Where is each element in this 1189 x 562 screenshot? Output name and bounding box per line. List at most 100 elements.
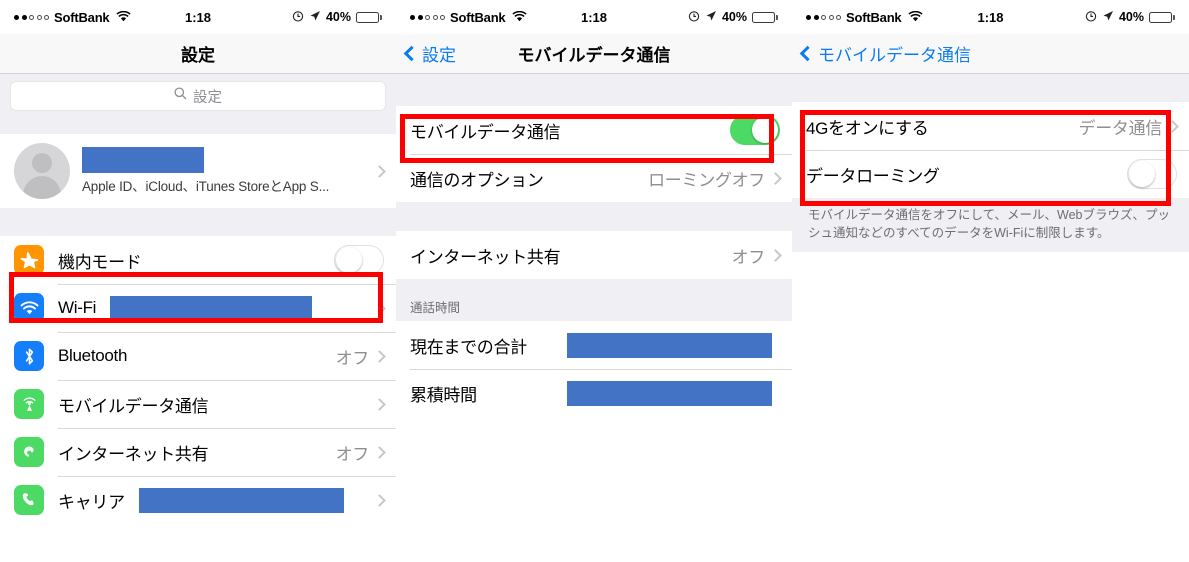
section-header-call-time: 通話時間 (396, 279, 792, 321)
row-wifi[interactable]: Wi-Fi (0, 284, 396, 332)
chevron-right-icon (373, 164, 386, 178)
cellular-data-toggle[interactable] (730, 115, 780, 145)
signal-strength-icon (410, 14, 445, 20)
status-carrier-label: SoftBank (54, 9, 110, 25)
row-label: 現在までの合計 (410, 337, 527, 357)
airplane-mode-toggle[interactable] (334, 245, 384, 275)
row-cellular[interactable]: モバイルデータ通信 (0, 380, 396, 428)
lifetime-total-redacted (567, 380, 772, 406)
row-value: オフ (335, 348, 370, 368)
status-carrier-label: SoftBank (450, 9, 506, 25)
signal-strength-icon (806, 14, 841, 20)
row-label: モバイルデータ通信 (410, 122, 561, 142)
search-input[interactable]: 設定 (10, 81, 386, 111)
location-arrow-icon (705, 10, 717, 25)
row-label: 累積時間 (410, 385, 477, 405)
row-label: Bluetooth (58, 346, 128, 365)
screen-cellular-options: SoftBank 1:18 40% モバイルデータ通信 4Gをオンにする データ… (792, 0, 1189, 562)
section-gap (0, 120, 396, 134)
row-cellular-options[interactable]: 通信のオプション ローミングオフ (396, 154, 792, 202)
location-arrow-icon (309, 10, 321, 25)
account-name-redacted (82, 147, 204, 173)
battery-icon (1149, 11, 1175, 23)
three-phone-screenshots: SoftBank 1:18 40% 設定 設定 Apple ID、iCloud、… (0, 0, 1189, 562)
screen-cellular: SoftBank 1:18 40% 設定 モバイルデータ通信 モバイルデータ通信… (396, 0, 792, 562)
signal-strength-icon (14, 14, 49, 20)
back-button[interactable]: 設定 (403, 41, 456, 66)
status-bar: SoftBank 1:18 40% (792, 0, 1189, 34)
status-bar: SoftBank 1:18 40% (0, 0, 396, 34)
row-value: ローミングオフ (648, 170, 765, 190)
account-text-block: Apple ID、iCloud、iTunes StoreとApp S... (82, 147, 329, 195)
row-airplane-mode[interactable]: 機内モード (0, 236, 396, 284)
wifi-icon (116, 10, 132, 25)
nav-bar: 設定 モバイルデータ通信 (396, 34, 792, 74)
current-total-redacted (567, 332, 772, 358)
chevron-left-icon (403, 45, 420, 62)
nav-bar: 設定 (0, 34, 396, 74)
row-cellular-data[interactable]: モバイルデータ通信 (396, 106, 792, 154)
section-gap (792, 74, 1189, 102)
apple-id-account-row[interactable]: Apple ID、iCloud、iTunes StoreとApp S... (0, 134, 396, 208)
row-personal-hotspot[interactable]: インターネット共有 オフ (0, 428, 396, 476)
chevron-left-icon (799, 45, 816, 62)
row-value: データ通信 (1078, 118, 1163, 138)
status-bar-right: 40% (1085, 10, 1175, 25)
row-data-roaming[interactable]: データローミング (792, 150, 1189, 198)
row-value: オフ (731, 247, 766, 267)
section-gap-2 (0, 208, 396, 236)
cellular-options-footnote: モバイルデータ通信をオフにして、メール、Webブラウズ、プッシュ通知などのすべて… (792, 198, 1189, 253)
row-label: モバイルデータ通信 (58, 396, 209, 416)
data-roaming-toggle[interactable] (1127, 159, 1177, 189)
alarm-clock-icon (688, 10, 700, 25)
row-personal-hotspot[interactable]: インターネット共有 オフ (396, 231, 792, 279)
back-button-label: モバイルデータ通信 (818, 46, 971, 65)
row-current-total[interactable]: 現在までの合計 (396, 321, 792, 369)
screen-settings-main: SoftBank 1:18 40% 設定 設定 Apple ID、iCloud、… (0, 0, 396, 562)
account-subtitle: Apple ID、iCloud、iTunes StoreとApp S... (82, 179, 330, 194)
cellular-group-2: インターネット共有 オフ (396, 231, 792, 279)
row-bluetooth[interactable]: Bluetooth オフ (0, 332, 396, 380)
connectivity-group: 機内モード Wi-Fi Bluetooth オフ モバイルデータ通信 インターネ… (0, 236, 396, 524)
cellular-group-1: モバイルデータ通信 通信のオプション ローミングオフ (396, 106, 792, 202)
chevron-right-icon (373, 349, 386, 363)
wifi-icon (14, 293, 44, 323)
row-carrier[interactable]: キャリア (0, 476, 396, 524)
back-button[interactable]: モバイルデータ通信 (799, 41, 971, 66)
row-label: Wi-Fi (58, 298, 97, 317)
chevron-right-icon (769, 171, 782, 185)
row-value: オフ (335, 444, 370, 464)
status-carrier-label: SoftBank (846, 9, 902, 25)
row-label: キャリア (58, 492, 125, 512)
carrier-name-redacted (138, 487, 344, 513)
row-lifetime-total[interactable]: 累積時間 (396, 369, 792, 417)
alarm-clock-icon (1085, 10, 1097, 25)
bluetooth-icon (14, 341, 44, 371)
status-bar: SoftBank 1:18 40% (396, 0, 792, 34)
search-bar-container: 設定 (0, 74, 396, 120)
status-bar-left: SoftBank (806, 9, 924, 25)
section-gap-2 (396, 202, 792, 231)
battery-percent-label: 40% (1118, 10, 1144, 24)
chevron-right-icon (373, 493, 386, 507)
person-avatar-icon (14, 143, 70, 199)
wifi-icon (512, 10, 528, 25)
chevron-right-icon (373, 397, 386, 411)
location-arrow-icon (1102, 10, 1114, 25)
wifi-icon (908, 10, 924, 25)
battery-percent-label: 40% (325, 10, 351, 24)
chevron-right-icon (373, 445, 386, 459)
wifi-network-redacted (110, 295, 313, 321)
cellular-options-group: 4Gをオンにする データ通信 データローミング (792, 102, 1189, 198)
row-label: データローミング (806, 166, 940, 186)
search-icon (174, 87, 187, 105)
row-label: 機内モード (58, 252, 142, 272)
status-bar-right: 40% (688, 10, 778, 25)
row-label: 4Gをオンにする (806, 118, 929, 138)
alarm-clock-icon (292, 10, 304, 25)
call-time-group: 現在までの合計 累積時間 (396, 321, 792, 417)
airplane-icon (14, 245, 44, 275)
row-enable-4g[interactable]: 4Gをオンにする データ通信 (792, 102, 1189, 150)
battery-icon (752, 11, 778, 23)
status-bar-left: SoftBank (14, 9, 132, 25)
